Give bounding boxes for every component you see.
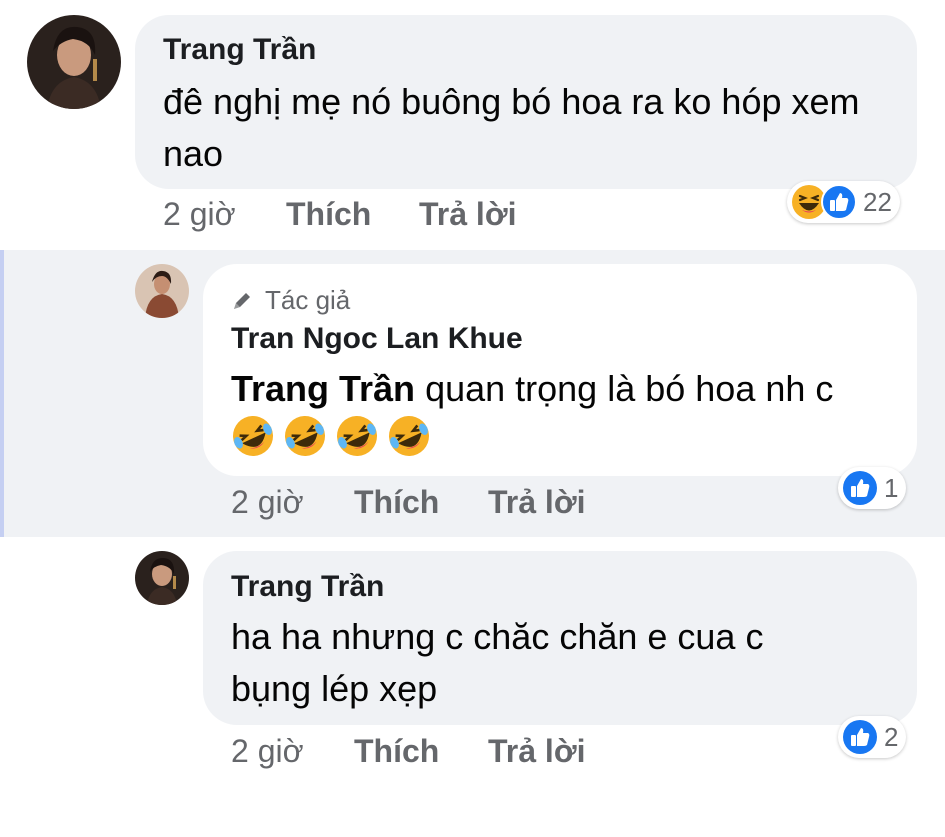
mention-link[interactable]: Trang Trần [231, 368, 415, 409]
rofl-icon [231, 414, 275, 458]
comment-author[interactable]: Trang Trần [231, 570, 384, 604]
emoji-row [231, 414, 431, 458]
comment-author[interactable]: Trang Trần [163, 33, 316, 67]
like-icon [821, 184, 857, 220]
author-badge: Tác giả [231, 285, 350, 316]
reaction-summary[interactable]: 22 [787, 181, 900, 223]
like-button[interactable]: Thích [286, 196, 371, 233]
rofl-icon [387, 414, 431, 458]
avatar[interactable] [27, 15, 121, 109]
comment-text: Trang Trần quan trọng là bó hoa nh c [231, 363, 901, 415]
reaction-count: 2 [884, 721, 899, 752]
reaction-summary[interactable]: 2 [838, 716, 907, 758]
comment-time[interactable]: 2 giờ [231, 733, 304, 770]
reaction-summary[interactable]: 1 [838, 467, 907, 509]
author-badge-label: Tác giả [265, 285, 351, 315]
comment-text-body: quan trọng là bó hoa nh c [425, 368, 834, 409]
reply-button[interactable]: Trả lời [488, 484, 585, 521]
like-icon [842, 470, 878, 506]
reaction-count: 22 [863, 186, 892, 217]
reaction-count: 1 [884, 472, 899, 503]
rofl-icon [283, 414, 327, 458]
pencil-icon [234, 292, 250, 309]
like-icon [842, 719, 878, 755]
comment-time[interactable]: 2 giờ [231, 484, 304, 521]
like-button[interactable]: Thích [354, 484, 439, 521]
rofl-icon [335, 414, 379, 458]
comment-time[interactable]: 2 giờ [163, 196, 236, 233]
reply-button[interactable]: Trả lời [419, 196, 516, 233]
reply-button[interactable]: Trả lời [488, 733, 585, 770]
comment-author[interactable]: Tran Ngoc Lan Khue [231, 322, 523, 356]
avatar[interactable] [135, 264, 189, 318]
avatar[interactable] [135, 551, 189, 605]
comment-text: đê nghị mẹ nó buông bó hoa ra ko hóp xem… [163, 81, 860, 174]
comment-text: ha ha nhưng c chăc chăn e cua c bụng lép… [231, 616, 764, 709]
like-button[interactable]: Thích [354, 733, 439, 770]
